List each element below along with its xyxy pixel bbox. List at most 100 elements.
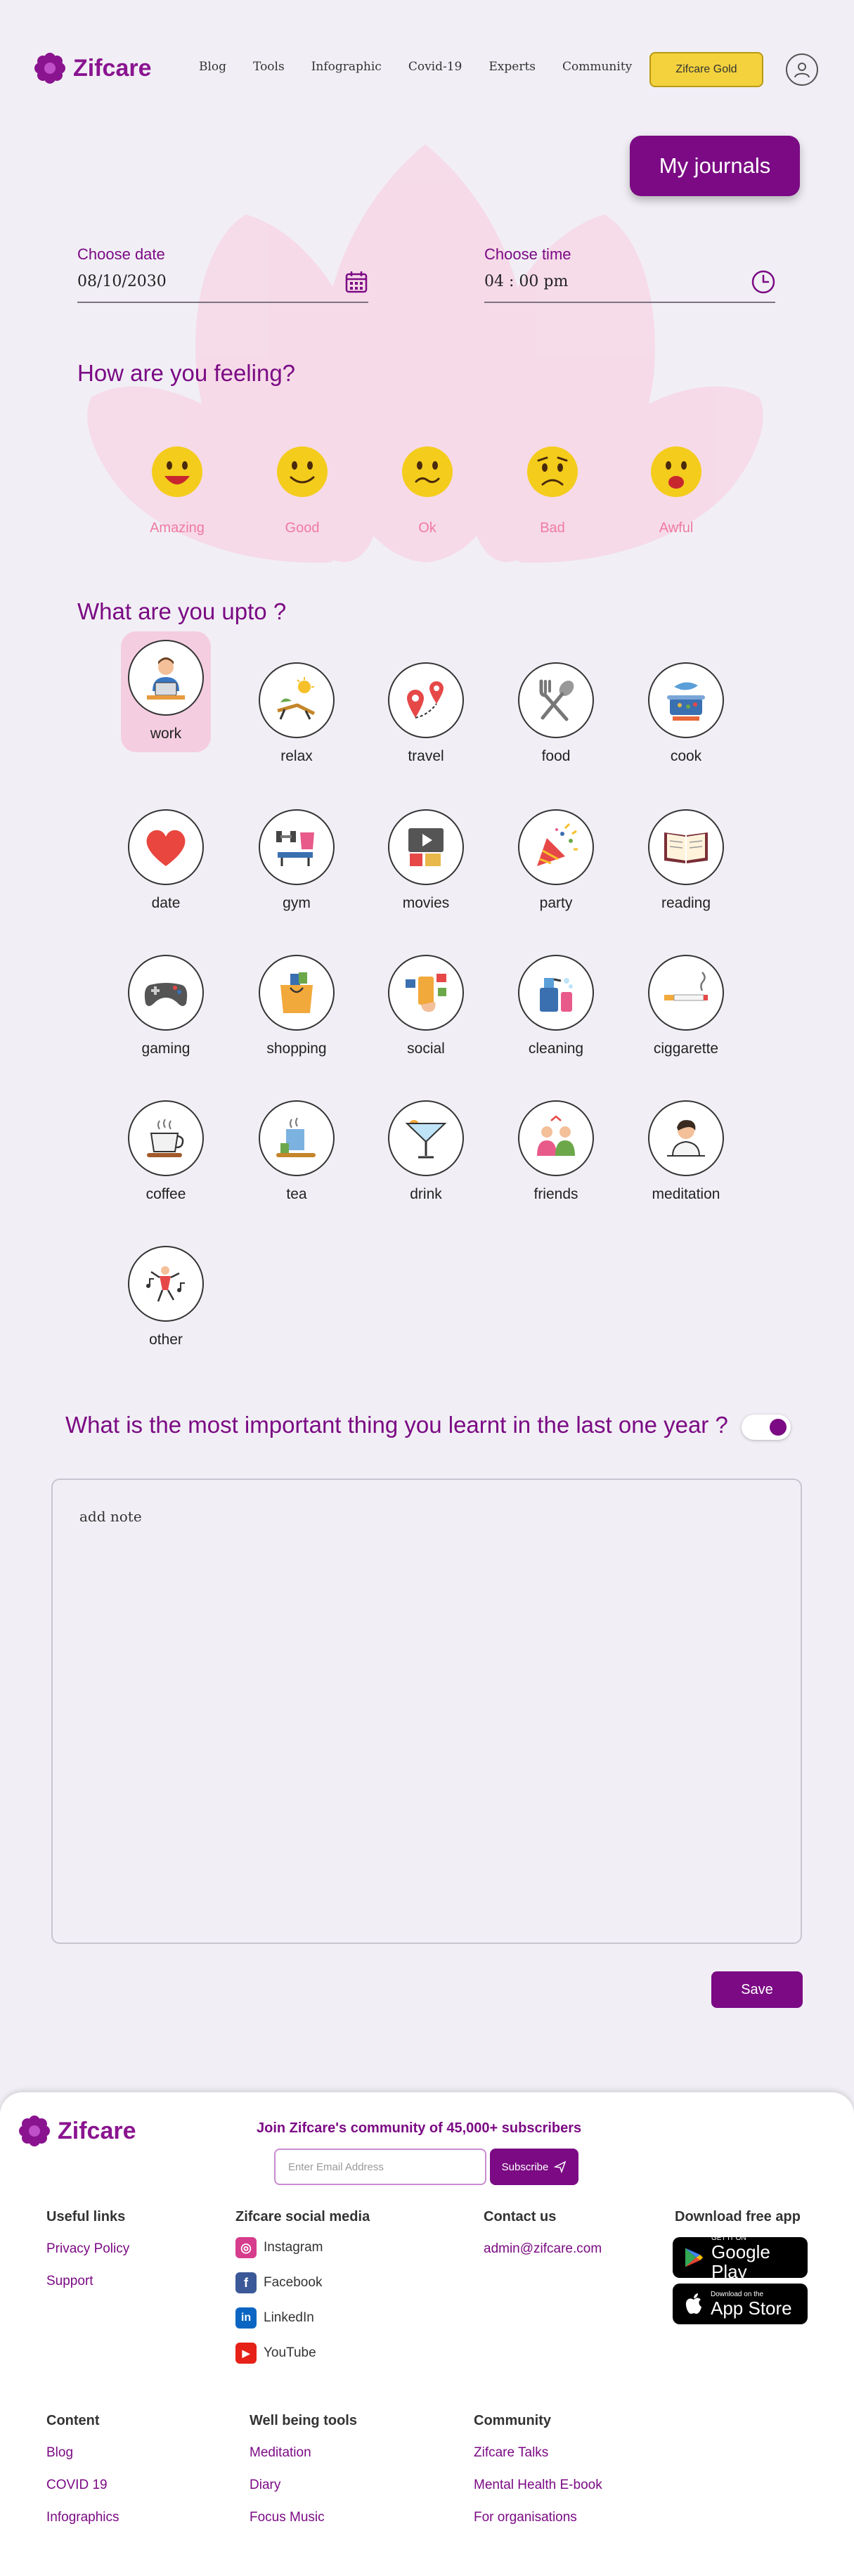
activity-other[interactable]: other: [103, 1246, 229, 1348]
subscribe-button[interactable]: Subscribe: [490, 2149, 578, 2185]
activity-label: other: [149, 1332, 183, 1348]
privacy-policy-link[interactable]: Privacy Policy: [46, 2241, 129, 2257]
diary-link[interactable]: Diary: [250, 2478, 280, 2493]
note-placeholder: add note: [79, 1508, 142, 1525]
wellbeing-title: Well being tools: [250, 2413, 357, 2428]
time-input[interactable]: 04 : 00 pm: [484, 273, 568, 290]
social-title: Zifcare social media: [235, 2209, 370, 2224]
instagram-link[interactable]: ◎ Instagram: [235, 2237, 323, 2258]
meditation-link[interactable]: Meditation: [250, 2445, 311, 2461]
activity-label: food: [541, 748, 571, 764]
activity-label: shopping: [266, 1041, 327, 1057]
linkedin-icon: in: [235, 2307, 257, 2329]
community-title: Community: [474, 2413, 551, 2428]
dancing-person-icon: [146, 1266, 185, 1302]
activity-label: gaming: [141, 1041, 190, 1057]
zifcare-gold-button[interactable]: Zifcare Gold: [649, 52, 763, 87]
nav-covid[interactable]: Covid-19: [408, 60, 462, 74]
save-button[interactable]: Save: [711, 1971, 803, 2008]
mental-health-ebook-link[interactable]: Mental Health E-book: [474, 2478, 602, 2493]
youtube-link[interactable]: ▶ YouTube: [235, 2343, 316, 2364]
mood-awful[interactable]: Awful: [641, 445, 711, 536]
covid-link[interactable]: COVID 19: [46, 2478, 108, 2493]
calendar-icon[interactable]: [344, 270, 368, 294]
mood-good[interactable]: Good: [267, 445, 337, 536]
activity-label: reading: [661, 895, 711, 911]
nav-tools[interactable]: Tools: [253, 60, 285, 74]
activity-gym[interactable]: gym: [233, 809, 360, 912]
blog-link[interactable]: Blog: [46, 2445, 73, 2461]
date-input[interactable]: 08/10/2030: [77, 273, 167, 290]
activity-circle: [518, 1100, 594, 1176]
activity-work[interactable]: work: [103, 640, 229, 742]
activity-circle: [648, 955, 724, 1031]
activity-party[interactable]: party: [493, 809, 619, 912]
youtube-icon: ▶: [235, 2343, 257, 2364]
nav-blog[interactable]: Blog: [199, 60, 226, 74]
activity-cleaning[interactable]: cleaning: [493, 955, 619, 1057]
mood-amazing[interactable]: Amazing: [142, 445, 212, 536]
activity-relax[interactable]: relax: [233, 662, 360, 765]
app-store-button[interactable]: Download on the App Store: [673, 2284, 808, 2324]
linkedin-link[interactable]: in LinkedIn: [235, 2307, 314, 2329]
work-icon: [147, 657, 185, 700]
activity-meditation[interactable]: meditation: [623, 1100, 749, 1203]
activity-cook[interactable]: cook: [623, 662, 749, 765]
contact-title: Contact us: [484, 2209, 557, 2224]
activity-circle: [128, 640, 204, 716]
footer: Zifcare Join Zifcare's community of 45,0…: [0, 2092, 854, 2576]
footer-logo[interactable]: Zifcare: [18, 2115, 136, 2147]
sun-lounger-icon: [277, 677, 316, 720]
activity-coffee[interactable]: coffee: [103, 1100, 229, 1203]
note-textarea[interactable]: add note: [51, 1479, 802, 1944]
activity-label: friends: [533, 1186, 578, 1202]
contact-email-link[interactable]: admin@zifcare.com: [484, 2241, 602, 2257]
nav-community[interactable]: Community: [562, 60, 632, 74]
activity-date[interactable]: date: [103, 809, 229, 912]
confused-face-icon: [402, 446, 453, 497]
nav-experts[interactable]: Experts: [489, 60, 536, 74]
download-title: Download free app: [675, 2209, 801, 2224]
nav-infographic[interactable]: Infographic: [311, 60, 382, 74]
activity-tea[interactable]: tea: [233, 1100, 360, 1203]
toggle-knob: [770, 1419, 787, 1436]
activity-movies[interactable]: movies: [363, 809, 489, 912]
activity-travel[interactable]: travel: [363, 662, 489, 765]
facebook-link[interactable]: f Facebook: [235, 2272, 322, 2293]
activity-ciggarette[interactable]: ciggarette: [623, 955, 749, 1057]
date-label: Choose date: [77, 245, 165, 263]
google-play-button[interactable]: GET IT ON Google Play: [673, 2234, 808, 2281]
activity-circle: [259, 809, 335, 885]
my-journals-button[interactable]: My journals: [630, 136, 800, 196]
friends-icon: [537, 1115, 575, 1156]
activity-friends[interactable]: friends: [493, 1100, 619, 1203]
google-small: GET IT ON: [711, 2234, 746, 2242]
activity-circle: [128, 1246, 204, 1322]
infographics-link[interactable]: Infographics: [46, 2510, 119, 2525]
focus-music-link[interactable]: Focus Music: [250, 2510, 325, 2525]
google-play-icon: [685, 2248, 704, 2267]
activity-social[interactable]: social: [363, 955, 489, 1057]
activity-reading[interactable]: reading: [623, 809, 749, 912]
support-link[interactable]: Support: [46, 2274, 93, 2289]
brand-name: Zifcare: [58, 2117, 136, 2144]
gamepad-icon: [144, 983, 188, 1006]
clock-icon[interactable]: [751, 269, 776, 295]
apple-big: App Store: [711, 2297, 792, 2319]
activity-shopping[interactable]: shopping: [233, 955, 360, 1057]
organisations-link[interactable]: For organisations: [474, 2510, 577, 2525]
zifcare-talks-link[interactable]: Zifcare Talks: [474, 2445, 548, 2461]
activity-gaming[interactable]: gaming: [103, 955, 229, 1057]
mood-bad[interactable]: Bad: [517, 445, 588, 536]
question-toggle[interactable]: [742, 1415, 791, 1440]
activity-drink[interactable]: drink: [363, 1100, 489, 1203]
mood-ok[interactable]: Ok: [392, 445, 462, 536]
zifcare-logo[interactable]: Zifcare: [34, 52, 152, 84]
newsletter-email-input[interactable]: Enter Email Address: [274, 2149, 486, 2185]
feeling-title: How are you feeling?: [77, 360, 296, 386]
activity-food[interactable]: food: [493, 662, 619, 765]
useful-links-title: Useful links: [46, 2209, 126, 2224]
user-account-button[interactable]: [786, 53, 818, 86]
activity-circle: [259, 662, 335, 738]
tea-icon: [276, 1117, 316, 1157]
